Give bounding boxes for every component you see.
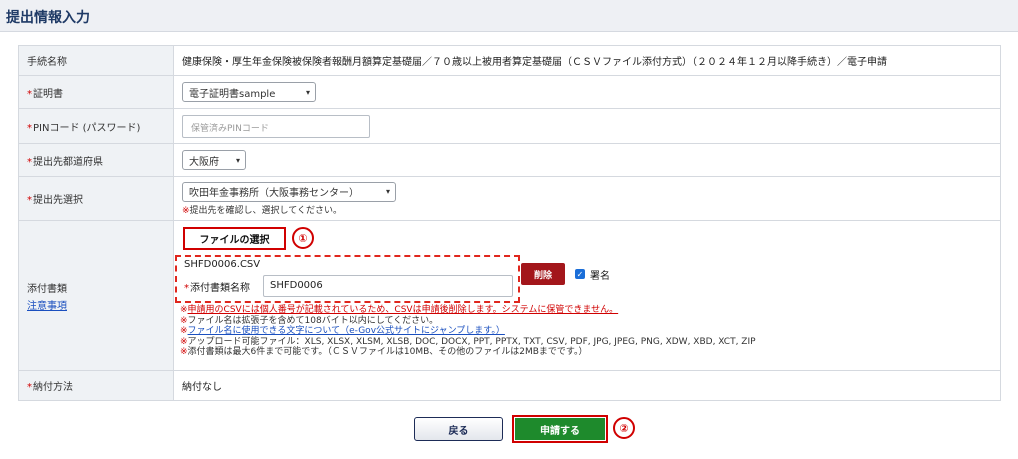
destination-note-text: 提出先を確認し、選択してください。 <box>189 205 343 216</box>
procedure-label-text: 手続名称 <box>27 57 67 68</box>
file-select-button[interactable]: ファイルの選択 <box>183 227 286 250</box>
chevron-down-icon: ▾ <box>235 155 240 165</box>
prefecture-select[interactable]: 大阪府 ▾ <box>182 150 246 170</box>
pin-label: *PINコード (パスワード) <box>18 108 174 144</box>
annotation-1: ① <box>292 227 314 249</box>
sign-label: 署名 <box>590 271 610 282</box>
destination-select[interactable]: 吹田年金事務所（大阪事務センター） ▾ <box>182 181 396 202</box>
pin-input[interactable]: 保管済みPINコード <box>182 114 370 138</box>
note-item: ※申請用のCSVには個人番号が記載されているため、CSVは申請後削除します。シス… <box>180 305 756 316</box>
attachment-name-label-text: 添付書類名称 <box>190 283 250 294</box>
page-header: 提出情報入力 <box>0 0 1018 32</box>
note-item: ※ファイル名は拡張子を含めて108バイト以内にしてください。 <box>180 316 756 327</box>
note-item: ※添付書類は最大6件まで可能です。（ＣＳＶファイルは10MB、その他のファイルは… <box>180 347 756 358</box>
certificate-label: *証明書 <box>18 75 174 109</box>
attachment-area: ファイルの選択 ① SHFD0006.CSV *添付書類名称 SHFD0006 … <box>0 222 1018 372</box>
note-item: ※アップロード可能ファイル：XLS, XLSX, XLSM, XLSB, DOC… <box>180 337 756 348</box>
required-mark: * <box>27 122 32 134</box>
certificate-cell: 電子証明書sample ▾ <box>173 75 1001 109</box>
delete-button[interactable]: 削除 <box>521 263 565 285</box>
note-mark: ※ <box>180 347 188 358</box>
destination-label: *提出先選択 <box>18 176 174 221</box>
certificate-select[interactable]: 電子証明書sample ▾ <box>182 82 316 102</box>
prefecture-selected: 大阪府 <box>189 156 219 168</box>
row-payment: *納付方法 納付なし <box>18 370 1001 401</box>
annotation-2: ② <box>613 417 635 439</box>
required-mark: * <box>184 283 189 294</box>
required-mark: * <box>27 195 32 206</box>
note-item: ※ファイル名に使用できる文字について（e-Gov公式サイトにジャンプします。） <box>180 326 756 337</box>
row-procedure: 手続名称 健康保険・厚生年金保険被保険者報酬月額算定基礎届／７０歳以上被用者算定… <box>18 45 1001 76</box>
pin-label-text: PINコード (パスワード) <box>33 122 141 134</box>
row-destination: *提出先選択 吹田年金事務所（大阪事務センター） ▾ ※提出先を確認し、選択して… <box>18 176 1001 221</box>
payment-label-text: 納付方法 <box>33 382 73 393</box>
note-text[interactable]: ファイル名に使用できる文字について（e-Gov公式サイトにジャンプします。） <box>188 326 505 336</box>
note-mark: ※ <box>182 205 190 216</box>
note-mark: ※ <box>180 315 188 326</box>
attached-file-name: SHFD0006.CSV <box>184 259 261 270</box>
sign-checkbox[interactable]: ✓ <box>575 269 585 279</box>
required-mark: * <box>27 382 32 393</box>
certificate-label-text: 証明書 <box>33 88 63 100</box>
chevron-down-icon: ▾ <box>385 187 390 196</box>
note-mark: ※ <box>180 305 188 315</box>
note-text: 添付書類は最大6件まで可能です。（ＣＳＶファイルは10MB、その他のファイルは2… <box>187 347 588 358</box>
payment-value: 納付なし <box>173 370 1001 401</box>
attachment-name-label: *添付書類名称 <box>184 279 250 294</box>
prefecture-label-text: 提出先都道府県 <box>33 156 103 168</box>
attachment-notes: ※申請用のCSVには個人番号が記載されているため、CSVは申請後削除します。シス… <box>180 305 756 358</box>
prefecture-cell: 大阪府 ▾ <box>173 143 1001 177</box>
payment-label: *納付方法 <box>18 370 174 401</box>
destination-note: ※提出先を確認し、選択してください。 <box>182 203 1000 216</box>
chevron-down-icon: ▾ <box>305 87 310 97</box>
procedure-value: 健康保険・厚生年金保険被保険者報酬月額算定基礎届／７０歳以上被用者算定基礎届（Ｃ… <box>173 45 1001 76</box>
back-button[interactable]: 戻る <box>414 417 503 441</box>
destination-selected: 吹田年金事務所（大阪事務センター） <box>189 188 359 199</box>
row-certificate: *証明書 電子証明書sample ▾ <box>18 75 1001 109</box>
prefecture-label: *提出先都道府県 <box>18 143 174 177</box>
page-title: 提出情報入力 <box>6 10 90 26</box>
note-mark: ※ <box>180 326 188 337</box>
required-mark: * <box>27 156 32 168</box>
submit-highlight-box: 申請する <box>512 415 608 443</box>
required-mark: * <box>27 88 32 100</box>
note-mark: ※ <box>180 336 188 347</box>
destination-cell: 吹田年金事務所（大阪事務センター） ▾ ※提出先を確認し、選択してください。 <box>173 176 1001 221</box>
note-text: ファイル名は拡張子を含めて108バイト以内にしてください。 <box>187 315 439 326</box>
note-text: アップロード可能ファイル：XLS, XLSX, XLSM, XLSB, DOC,… <box>187 336 756 347</box>
submit-button[interactable]: 申請する <box>515 418 605 440</box>
destination-label-text: 提出先選択 <box>33 195 83 206</box>
pin-cell: 保管済みPINコード <box>173 108 1001 144</box>
row-prefecture: *提出先都道府県 大阪府 ▾ <box>18 143 1001 177</box>
procedure-label: 手続名称 <box>18 45 174 76</box>
row-pin: *PINコード (パスワード) 保管済みPINコード <box>18 108 1001 144</box>
note-text[interactable]: 申請用のCSVには個人番号が記載されているため、CSVは申請後削除します。システ… <box>188 305 619 315</box>
certificate-selected: 電子証明書sample <box>189 88 276 100</box>
attachment-name-input[interactable]: SHFD0006 <box>263 275 513 297</box>
